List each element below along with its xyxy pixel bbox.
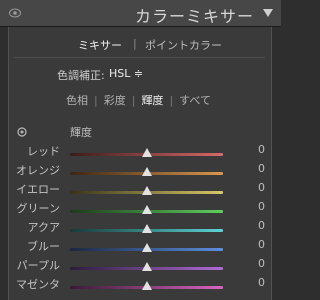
slider-value[interactable]: 0 <box>258 143 265 156</box>
slider-label: パープル <box>16 259 60 272</box>
sub-tab-separator: | <box>131 94 136 107</box>
slider-thumb[interactable] <box>141 243 152 252</box>
tab-point-color[interactable]: ポイントカラー <box>145 37 222 53</box>
slider-row: マゼンタ 0 <box>0 276 281 295</box>
slider-thumb[interactable] <box>141 281 152 290</box>
slider-value[interactable]: 0 <box>258 276 265 289</box>
slider-row: グリーン 0 <box>0 200 281 219</box>
target-adjust-icon[interactable] <box>17 127 27 137</box>
slider-value[interactable]: 0 <box>258 181 265 194</box>
sub-tab-luminance[interactable]: 輝度 <box>141 94 163 107</box>
panel-title: カラーミキサー <box>134 7 254 26</box>
slider-value[interactable]: 0 <box>258 257 265 270</box>
slider-thumb[interactable] <box>141 205 152 214</box>
slider-label: オレンジ <box>16 164 60 177</box>
slider-thumb[interactable] <box>141 148 152 157</box>
sub-tab-all[interactable]: すべて <box>179 94 211 107</box>
slider-value[interactable]: 0 <box>258 219 265 232</box>
slider-thumb[interactable] <box>141 262 152 271</box>
slider-label: マゼンタ <box>16 278 60 291</box>
sub-tab-saturation[interactable]: 彩度 <box>104 94 126 107</box>
sub-tab-separator: | <box>94 94 98 107</box>
section-label: 輝度 <box>70 126 92 139</box>
slider-value[interactable]: 0 <box>258 162 265 175</box>
panel-header[interactable]: カラーミキサー <box>0 0 281 27</box>
slider-thumb[interactable] <box>141 186 152 195</box>
tab-mixer[interactable]: ミキサー <box>78 37 122 53</box>
slider-value[interactable]: 0 <box>258 200 265 213</box>
sub-tabs: 色相 | 彩度 | 輝度 | すべて <box>66 92 211 108</box>
slider-row: パープル 0 <box>0 257 281 276</box>
triangle-down-icon[interactable] <box>263 9 273 17</box>
slider-row: レッド 0 <box>0 143 281 162</box>
sub-tab-hue[interactable]: 色相 <box>66 94 88 107</box>
slider-row: アクア 0 <box>0 219 281 238</box>
divider <box>14 57 265 58</box>
slider-label: レッド <box>27 145 60 158</box>
slider-row: オレンジ 0 <box>0 162 281 181</box>
eye-icon[interactable] <box>9 8 21 18</box>
slider-label: グリーン <box>16 202 60 215</box>
slider-label: ブルー <box>27 240 60 253</box>
sub-tab-separator: | <box>169 94 174 107</box>
slider-value[interactable]: 0 <box>258 238 265 251</box>
adjust-select[interactable]: HSL ≑ <box>109 67 143 80</box>
slider-label: アクア <box>27 221 60 234</box>
slider-row: ブルー 0 <box>0 238 281 257</box>
tab-separator: | <box>133 37 137 50</box>
slider-thumb[interactable] <box>141 224 152 233</box>
slider-label: イエロー <box>16 183 60 196</box>
adjust-label: 色調補正: <box>57 69 105 82</box>
slider-thumb[interactable] <box>141 167 152 176</box>
slider-row: イエロー 0 <box>0 181 281 200</box>
